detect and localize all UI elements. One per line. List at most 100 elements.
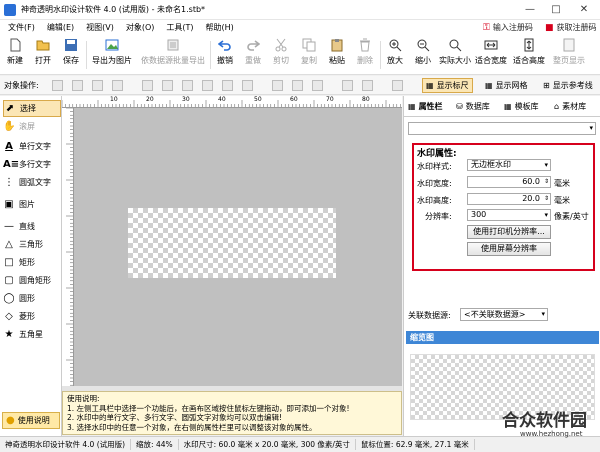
key-icon: ⚿: [483, 22, 490, 33]
undo-button[interactable]: 撤销: [214, 37, 236, 73]
style-value: 无边框水印: [471, 160, 511, 169]
menu-file[interactable]: 文件(F): [8, 22, 35, 33]
app-icon: [4, 3, 16, 16]
export-image-button[interactable]: 导出为图片: [90, 37, 134, 73]
same-width-icon[interactable]: [272, 80, 283, 91]
datasource-select[interactable]: <不关联数据源> ▾: [460, 308, 548, 321]
paste-button[interactable]: 粘贴: [326, 37, 348, 73]
align-top-icon[interactable]: [202, 80, 213, 91]
printer-dpi-button[interactable]: 使用打印机分辨率...: [467, 225, 551, 239]
align-right-icon[interactable]: [182, 80, 193, 91]
ruler-mark: 10: [110, 96, 118, 103]
height-value: 20.0: [522, 194, 540, 203]
ruler-mark: 20: [146, 96, 154, 103]
open-button[interactable]: 打开: [32, 37, 54, 73]
minimize-icon[interactable]: —: [520, 2, 540, 18]
new-file-icon: [10, 38, 21, 52]
menu-view[interactable]: 视图(V): [86, 22, 114, 33]
show-ruler-toggle[interactable]: ▦ 显示标尺: [422, 78, 473, 93]
watermark-properties: 水印属性: 水印样式: 无边框水印 ▾ 水印宽度: 60.0 ⇕ 毫米 水印高度…: [412, 143, 595, 271]
tab-props[interactable]: ▦ 属性栏: [408, 98, 443, 115]
fit-height-button[interactable]: 适合高度: [512, 37, 546, 73]
distribute-h-icon[interactable]: [342, 80, 353, 91]
single-text-icon: A: [5, 140, 13, 152]
align-middle-icon[interactable]: [222, 80, 233, 91]
tool-single-text[interactable]: A 单行文字: [3, 138, 61, 155]
delete-button[interactable]: 删除: [354, 37, 376, 73]
align-bottom-icon[interactable]: [242, 80, 253, 91]
menu-edit[interactable]: 编辑(E): [47, 22, 74, 33]
tool-arc-text-label: 圆弧文字: [19, 178, 51, 187]
maximize-icon[interactable]: □: [546, 2, 566, 18]
tool-ellipse-label: 圆形: [19, 294, 35, 303]
bring-front-icon[interactable]: [52, 80, 63, 91]
tool-triangle[interactable]: △ 三角形: [3, 236, 61, 253]
tab-data[interactable]: ⛁ 数据库: [456, 98, 490, 115]
zoom-out-button[interactable]: 缩小: [412, 37, 434, 73]
tool-rect[interactable]: □ 矩形: [3, 254, 61, 271]
tab-template[interactable]: ▦ 模板库: [504, 98, 539, 115]
help-button[interactable]: ● 使用说明: [2, 412, 60, 429]
ruler-mark: 80: [362, 96, 370, 103]
menu-object[interactable]: 对象(O): [126, 22, 155, 33]
tool-star[interactable]: ★ 五角星: [3, 326, 61, 343]
tool-ellipse[interactable]: ◯ 圆形: [3, 290, 61, 307]
tool-scroll[interactable]: ✋ 滚屏: [3, 118, 61, 135]
tool-arc-text[interactable]: ⋮ 圆弧文字: [3, 174, 61, 191]
register-link[interactable]: ⚿ 输入注册码: [483, 22, 533, 33]
height-input[interactable]: 20.0 ⇕: [467, 193, 551, 205]
style-select[interactable]: 无边框水印 ▾: [467, 159, 551, 171]
dpi-select[interactable]: 300 ▾: [467, 209, 551, 221]
menu-help[interactable]: 帮助(H): [206, 22, 234, 33]
tool-line[interactable]: — 直线: [3, 218, 61, 235]
copy-button[interactable]: 复制: [298, 37, 320, 73]
batch-label: 依数据源批量导出: [141, 56, 205, 65]
zoom-in-button[interactable]: 放大: [384, 37, 406, 73]
tool-diamond[interactable]: ◇ 菱形: [3, 308, 61, 325]
bring-forward-icon[interactable]: [92, 80, 103, 91]
new-button[interactable]: 新建: [4, 37, 26, 73]
send-back-icon[interactable]: [72, 80, 83, 91]
lightbulb-icon: ●: [6, 415, 15, 426]
style-label: 水印样式:: [417, 162, 452, 171]
tool-round-rect[interactable]: ▢ 圆角矩形: [3, 272, 61, 289]
tool-select-label: 选择: [20, 104, 36, 113]
align-left-icon[interactable]: [142, 80, 153, 91]
save-button[interactable]: 保存: [60, 37, 82, 73]
tool-multi-text[interactable]: A≡ 多行文字: [3, 156, 61, 173]
tab-material[interactable]: ⌂ 素材库: [554, 98, 586, 115]
dpi-value: 300: [471, 210, 487, 219]
batch-export-button[interactable]: 依数据源批量导出: [138, 37, 208, 73]
same-size-icon[interactable]: [312, 80, 323, 91]
distribute-v-icon[interactable]: [362, 80, 373, 91]
buy-link[interactable]: ■ 获取注册码: [545, 22, 597, 33]
status-size: 水印尺寸: 60.0 毫米 x 20.0 毫米, 300 像素/英寸: [179, 439, 356, 450]
tab-data-label: 数据库: [465, 102, 490, 111]
zoom-in-icon: [389, 39, 402, 52]
object-select[interactable]: ▾: [408, 122, 596, 135]
copy-label: 复制: [301, 56, 317, 65]
redo-button[interactable]: 重做: [242, 37, 264, 73]
show-guides-toggle[interactable]: ⊞ 显示参考线: [540, 78, 596, 93]
width-input[interactable]: 60.0 ⇕: [467, 176, 551, 188]
same-height-icon[interactable]: [292, 80, 303, 91]
multi-text-icon: A≡: [3, 158, 20, 170]
show-grid-toggle[interactable]: ▦ 显示网格: [482, 78, 531, 93]
status-zoom: 缩放: 44%: [131, 439, 179, 450]
align-center-icon[interactable]: [162, 80, 173, 91]
send-backward-icon[interactable]: [112, 80, 123, 91]
show-page-button[interactable]: 整页显示: [552, 37, 586, 73]
fit-width-button[interactable]: 适合宽度: [474, 37, 508, 73]
cut-button[interactable]: 剪切: [270, 37, 292, 73]
watermark-area[interactable]: [128, 208, 336, 278]
logo-text: 合众软件园: [502, 411, 587, 431]
actual-size-button[interactable]: 实际大小: [438, 37, 472, 73]
tool-select[interactable]: ⬈ 选择: [3, 100, 61, 117]
tool-image[interactable]: ▣ 图片: [3, 196, 61, 213]
screen-dpi-button[interactable]: 使用屏幕分辨率: [467, 242, 551, 256]
design-canvas[interactable]: [74, 108, 402, 386]
center-page-icon[interactable]: [392, 80, 403, 91]
props-icon: ▦: [408, 102, 416, 111]
menu-tools[interactable]: 工具(T): [166, 22, 193, 33]
close-icon[interactable]: ✕: [574, 2, 594, 18]
